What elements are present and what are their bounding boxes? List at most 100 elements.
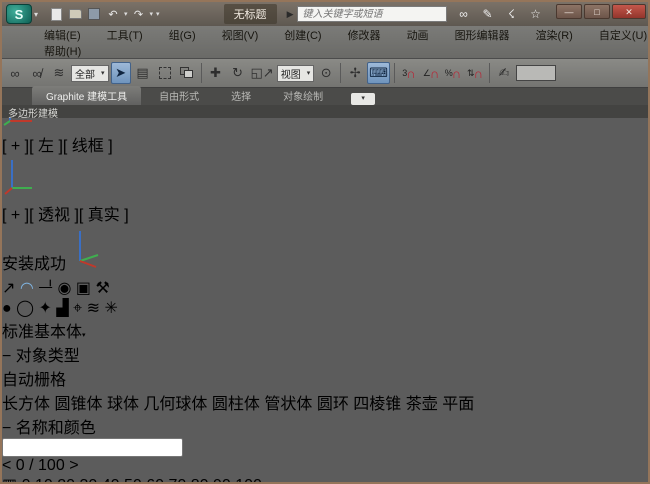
redo-button[interactable]: ↷	[131, 7, 147, 22]
menu-modifiers[interactable]: 修改器	[336, 27, 393, 43]
cylinder-button[interactable]: 圆柱体	[212, 396, 260, 413]
menu-edit[interactable]: 编辑(E)	[32, 27, 93, 43]
track-bar[interactable]: ▦ 0 10 20 30 40 50 60 70 80 90 100	[2, 475, 648, 482]
rectangular-selection-region-button[interactable]	[155, 62, 175, 84]
named-selection-set-field[interactable]	[515, 65, 556, 81]
use-pivot-center-button[interactable]: ⊙	[316, 62, 336, 84]
modify-tab[interactable]: ◠	[20, 280, 34, 297]
snaps-toggle-button[interactable]: 3 ∩	[399, 62, 419, 84]
shapes-category-button[interactable]: ◯	[16, 300, 34, 317]
display-tab[interactable]: ▣	[76, 280, 91, 297]
search-input[interactable]	[297, 6, 448, 22]
unlink-selection-icon[interactable]: ∞̸	[27, 62, 47, 84]
geosphere-button[interactable]: 几何球体	[143, 396, 207, 413]
window-crossing-toggle[interactable]	[177, 62, 197, 84]
torus-button[interactable]: 圆环	[317, 396, 349, 413]
ribbon-minimize-button[interactable]: ▾	[351, 93, 376, 105]
create-tab[interactable]: ↗	[2, 280, 15, 297]
undo-button[interactable]: ↶	[105, 7, 121, 22]
command-panel-tabs: ↗ ◠ ᆜ ◉ ▣ ⚒	[2, 274, 648, 298]
new-file-button[interactable]	[48, 7, 64, 22]
select-object-button[interactable]: ➤	[110, 62, 131, 84]
menu-tools[interactable]: 工具(T)	[95, 27, 155, 43]
search-binoculars-icon[interactable]: ∞	[455, 7, 471, 21]
reference-coordinate-dropdown[interactable]: 视图 ▾	[276, 64, 315, 82]
menu-group[interactable]: 组(G)	[157, 27, 208, 43]
tube-button[interactable]: 管状体	[264, 396, 312, 413]
lights-category-button[interactable]: ✦	[38, 300, 51, 317]
select-and-link-icon[interactable]: ∞	[5, 62, 25, 84]
percent-snap-toggle-button[interactable]: % ∩	[443, 62, 463, 84]
app-menu-arrow-icon[interactable]: ▾	[34, 10, 38, 19]
collapse-icon: −	[2, 348, 12, 365]
space-warps-category-button[interactable]: ≋	[87, 300, 100, 317]
viewport-left[interactable]: [ + ][ 左 ][ 线框 ]	[2, 132, 648, 201]
teapot-button[interactable]: 茶壶	[406, 396, 438, 413]
object-type-rollout-header[interactable]: − 对象类型	[2, 342, 648, 366]
viewport-left-label[interactable]: [ + ][ 左 ][ 线框 ]	[2, 138, 113, 155]
ribbon-tab-selection[interactable]: 选择	[217, 86, 265, 105]
selection-filter-dropdown[interactable]: 全部 ▾	[71, 64, 109, 82]
object-name-input[interactable]	[2, 438, 183, 457]
menu-views[interactable]: 视图(V)	[210, 27, 271, 43]
polygon-modeling-panel-tab[interactable]: 多边形建模	[8, 109, 58, 120]
axis-tripod	[4, 160, 32, 195]
ribbon-tab-freeform[interactable]: 自由形式	[145, 86, 213, 105]
motion-tab[interactable]: ◉	[57, 280, 71, 297]
select-and-scale-button[interactable]: ◱↗	[250, 62, 275, 84]
menu-rendering[interactable]: 渲染(R)	[524, 27, 585, 43]
viewport-perspective-active[interactable]: [ + ][ 透视 ][ 真实 ] 安装成功	[2, 201, 648, 274]
select-and-move-button[interactable]: ✚	[206, 62, 226, 84]
redo-dropdown-arrow-icon[interactable]: ▾	[150, 10, 154, 18]
menu-animation[interactable]: 动画	[395, 27, 441, 43]
pyramid-button[interactable]: 四棱锥	[353, 396, 401, 413]
save-file-button[interactable]	[86, 7, 102, 22]
menu-create[interactable]: 创建(C)	[272, 27, 333, 43]
infocenter-expand-icon[interactable]: ▶	[287, 9, 294, 20]
favorites-star-icon[interactable]: ☆	[527, 7, 543, 21]
hierarchy-tab[interactable]: ᆜ	[38, 280, 53, 297]
sphere-button[interactable]: 球体	[107, 396, 139, 413]
close-button[interactable]: ✕	[612, 4, 646, 19]
helpers-category-button[interactable]: ⌖	[73, 300, 82, 317]
menu-graph-editors[interactable]: 图形编辑器	[443, 27, 522, 43]
undo-dropdown-arrow-icon[interactable]: ▾	[124, 10, 128, 18]
primitive-type-dropdown[interactable]: 标准基本体▾	[2, 318, 648, 342]
previous-frame-arrow[interactable]: <	[2, 457, 11, 474]
3dsmax-window: S ▾ ↶ ▾ ↷ ▾ ▾ 无标题 ▶ ∞ ✎ ☇ ☆ ? — □ ✕	[0, 0, 650, 484]
spinner-snap-toggle-button[interactable]: ⇅ ∩	[465, 62, 485, 84]
time-slider-handle[interactable]: 0 / 100	[16, 457, 65, 474]
tick-label: 30	[79, 477, 97, 482]
angle-snap-toggle-button[interactable]: ∠ ∩	[421, 62, 441, 84]
communication-center-icon[interactable]: ☇	[503, 7, 519, 21]
keyboard-shortcut-override-toggle[interactable]: ⌨	[367, 62, 390, 84]
viewport-perspective-label[interactable]: [ + ][ 透视 ][ 真实 ]	[2, 207, 129, 224]
app-logo-icon[interactable]: S	[6, 4, 32, 24]
edit-named-selection-sets-button[interactable]: ✍	[494, 62, 514, 84]
wrench-icon[interactable]: ✎	[479, 7, 495, 21]
object-type-buttons: 长方体 圆锥体 球体 几何球体 圆柱体 管状体 圆环 四棱锥 茶壶 平面	[2, 390, 648, 414]
systems-category-button[interactable]: ✳	[104, 300, 117, 317]
bind-to-space-warp-icon[interactable]: ≋	[49, 62, 69, 84]
minimize-button[interactable]: —	[556, 4, 582, 19]
geometry-category-button[interactable]: ●	[2, 300, 12, 317]
cone-button[interactable]: 圆锥体	[54, 396, 102, 413]
menu-customize[interactable]: 自定义(U)	[587, 27, 648, 43]
next-frame-arrow[interactable]: >	[69, 457, 78, 474]
ribbon-tab-object-paint[interactable]: 对象绘制	[269, 86, 337, 105]
cameras-category-button[interactable]: ▟	[56, 300, 68, 317]
select-and-rotate-button[interactable]: ↻	[228, 62, 248, 84]
plane-button[interactable]: 平面	[442, 396, 474, 413]
open-file-button[interactable]	[67, 7, 83, 22]
select-by-name-button[interactable]: ▤	[133, 62, 153, 84]
qat-customize-arrow-icon[interactable]: ▾	[156, 10, 160, 18]
ribbon-tab-graphite[interactable]: Graphite 建模工具	[32, 86, 142, 105]
utilities-tab[interactable]: ⚒	[95, 280, 109, 297]
select-and-manipulate-button[interactable]: ✢	[345, 62, 365, 84]
tick-label: 100	[235, 477, 262, 482]
menu-help[interactable]: 帮助(H)	[32, 43, 93, 59]
open-mini-curve-editor-button[interactable]: ▦	[2, 477, 17, 482]
name-color-rollout-header[interactable]: − 名称和颜色	[2, 414, 648, 438]
maximize-button[interactable]: □	[584, 4, 610, 19]
box-button[interactable]: 长方体	[2, 396, 50, 413]
